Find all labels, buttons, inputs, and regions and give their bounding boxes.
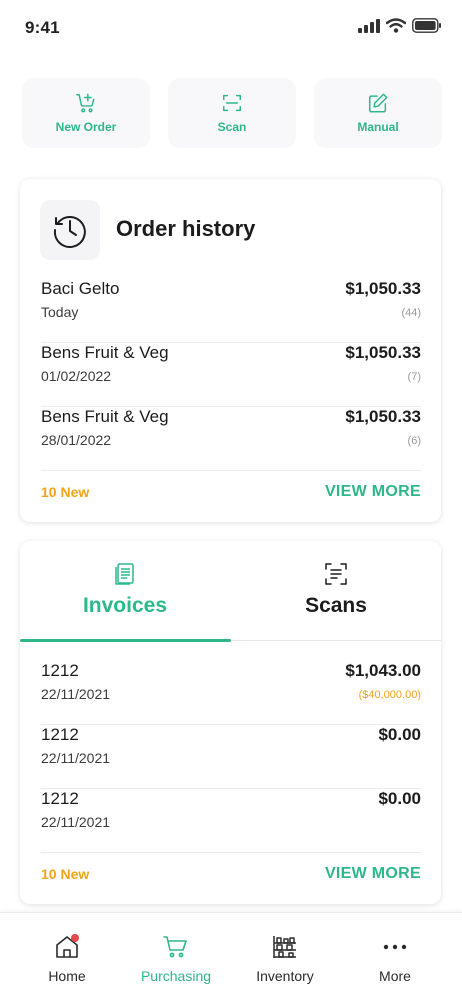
order-history-card: Order history Baci Gelto Today $1,050.33…: [20, 179, 441, 522]
documents-view-more-link[interactable]: VIEW MORE: [325, 865, 421, 883]
new-orders-count: 10 New: [41, 484, 90, 500]
notification-badge: [71, 934, 79, 942]
wifi-icon: [386, 18, 406, 33]
history-clock-icon: [53, 216, 86, 248]
order-amount: $1,050.33: [345, 279, 421, 298]
scan-frame-icon: [223, 94, 241, 112]
order-amount: $1,050.33: [345, 407, 421, 426]
nav-home-label: Home: [48, 968, 86, 984]
bottom-nav: Home Purchasing Inventory More: [0, 912, 462, 1000]
order-item-count: (6): [407, 435, 421, 447]
invoice-amount: $0.00: [378, 789, 421, 808]
invoice-number: 1212: [41, 789, 79, 808]
manual-button[interactable]: Manual: [314, 78, 442, 148]
documents-tabs: Invoices Scans: [20, 541, 441, 642]
cart-icon: [163, 936, 187, 958]
cart-plus-icon: [76, 93, 95, 113]
manual-label: Manual: [357, 120, 399, 134]
nav-purchasing[interactable]: Purchasing: [121, 913, 231, 1000]
order-item-count: (44): [401, 307, 421, 319]
tab-active-indicator: [20, 639, 231, 642]
invoice-amount: $0.00: [378, 725, 421, 744]
tab-scans-label: Scans: [305, 594, 367, 617]
documents-card: Invoices Scans 1212 22/11/2021 $1,043.00…: [20, 541, 441, 904]
order-history-view-more-link[interactable]: VIEW MORE: [325, 483, 421, 501]
nav-inventory[interactable]: Inventory: [230, 913, 340, 1000]
tab-scans[interactable]: Scans: [231, 541, 441, 641]
history-icon-box: [40, 200, 100, 260]
status-bar: 9:41: [0, 0, 462, 56]
tab-invoices[interactable]: Invoices: [20, 541, 231, 642]
status-icons: [358, 18, 442, 33]
invoice-row[interactable]: 1212 22/11/2021 $0.00: [41, 789, 421, 853]
order-item-count: (7): [407, 371, 421, 383]
edit-icon: [369, 93, 388, 113]
purchasing-screen: 9:41 New Order Scan Manual Order history…: [0, 0, 462, 1000]
nav-inventory-label: Inventory: [256, 968, 314, 984]
quick-actions: New Order Scan Manual: [22, 78, 442, 148]
home-icon: [56, 934, 79, 958]
new-invoices-count: 10 New: [41, 866, 90, 882]
supplier-name: Bens Fruit & Veg: [41, 407, 169, 426]
scan-document-icon: [325, 563, 347, 585]
nav-more-label: More: [379, 968, 411, 984]
new-order-button[interactable]: New Order: [22, 78, 150, 148]
invoice-credit-amount: ($40,000.00): [358, 689, 421, 701]
order-history-header: Order history: [20, 179, 441, 279]
invoice-row[interactable]: 1212 22/11/2021 $1,043.00 ($40,000.00): [41, 661, 421, 725]
inventory-shelves-icon: [273, 936, 296, 958]
nav-purchasing-label: Purchasing: [140, 968, 212, 984]
order-amount: $1,050.33: [345, 343, 421, 362]
status-time: 9:41: [25, 18, 60, 37]
order-row[interactable]: Bens Fruit & Veg 28/01/2022 $1,050.33 (6…: [41, 407, 421, 471]
scan-button[interactable]: Scan: [168, 78, 296, 148]
order-row[interactable]: Baci Gelto Today $1,050.33 (44): [41, 279, 421, 343]
tab-invoices-label: Invoices: [82, 594, 168, 617]
more-dots-icon: [383, 944, 407, 950]
invoice-row[interactable]: 1212 22/11/2021 $0.00: [41, 725, 421, 789]
battery-icon: [412, 18, 441, 33]
scan-label: Scan: [217, 120, 247, 134]
order-date: Today: [41, 304, 79, 320]
signal-icon: [358, 18, 380, 33]
order-date: 01/02/2022: [41, 368, 112, 384]
invoice-date: 22/11/2021: [41, 686, 111, 702]
nav-more[interactable]: More: [340, 913, 450, 1000]
nav-home[interactable]: Home: [12, 913, 122, 1000]
invoice-stack-icon: [115, 563, 134, 585]
order-history-title: Order history: [116, 216, 256, 241]
invoice-date: 22/11/2021: [41, 814, 111, 830]
supplier-name: Baci Gelto: [41, 279, 120, 298]
supplier-name: Bens Fruit & Veg: [41, 343, 169, 362]
order-date: 28/01/2022: [41, 432, 112, 448]
invoice-number: 1212: [41, 661, 79, 680]
new-order-label: New Order: [55, 120, 117, 134]
invoice-number: 1212: [41, 725, 79, 744]
order-row[interactable]: Bens Fruit & Veg 01/02/2022 $1,050.33 (7…: [41, 343, 421, 407]
invoice-amount: $1,043.00: [345, 661, 421, 680]
invoice-date: 22/11/2021: [41, 750, 111, 766]
